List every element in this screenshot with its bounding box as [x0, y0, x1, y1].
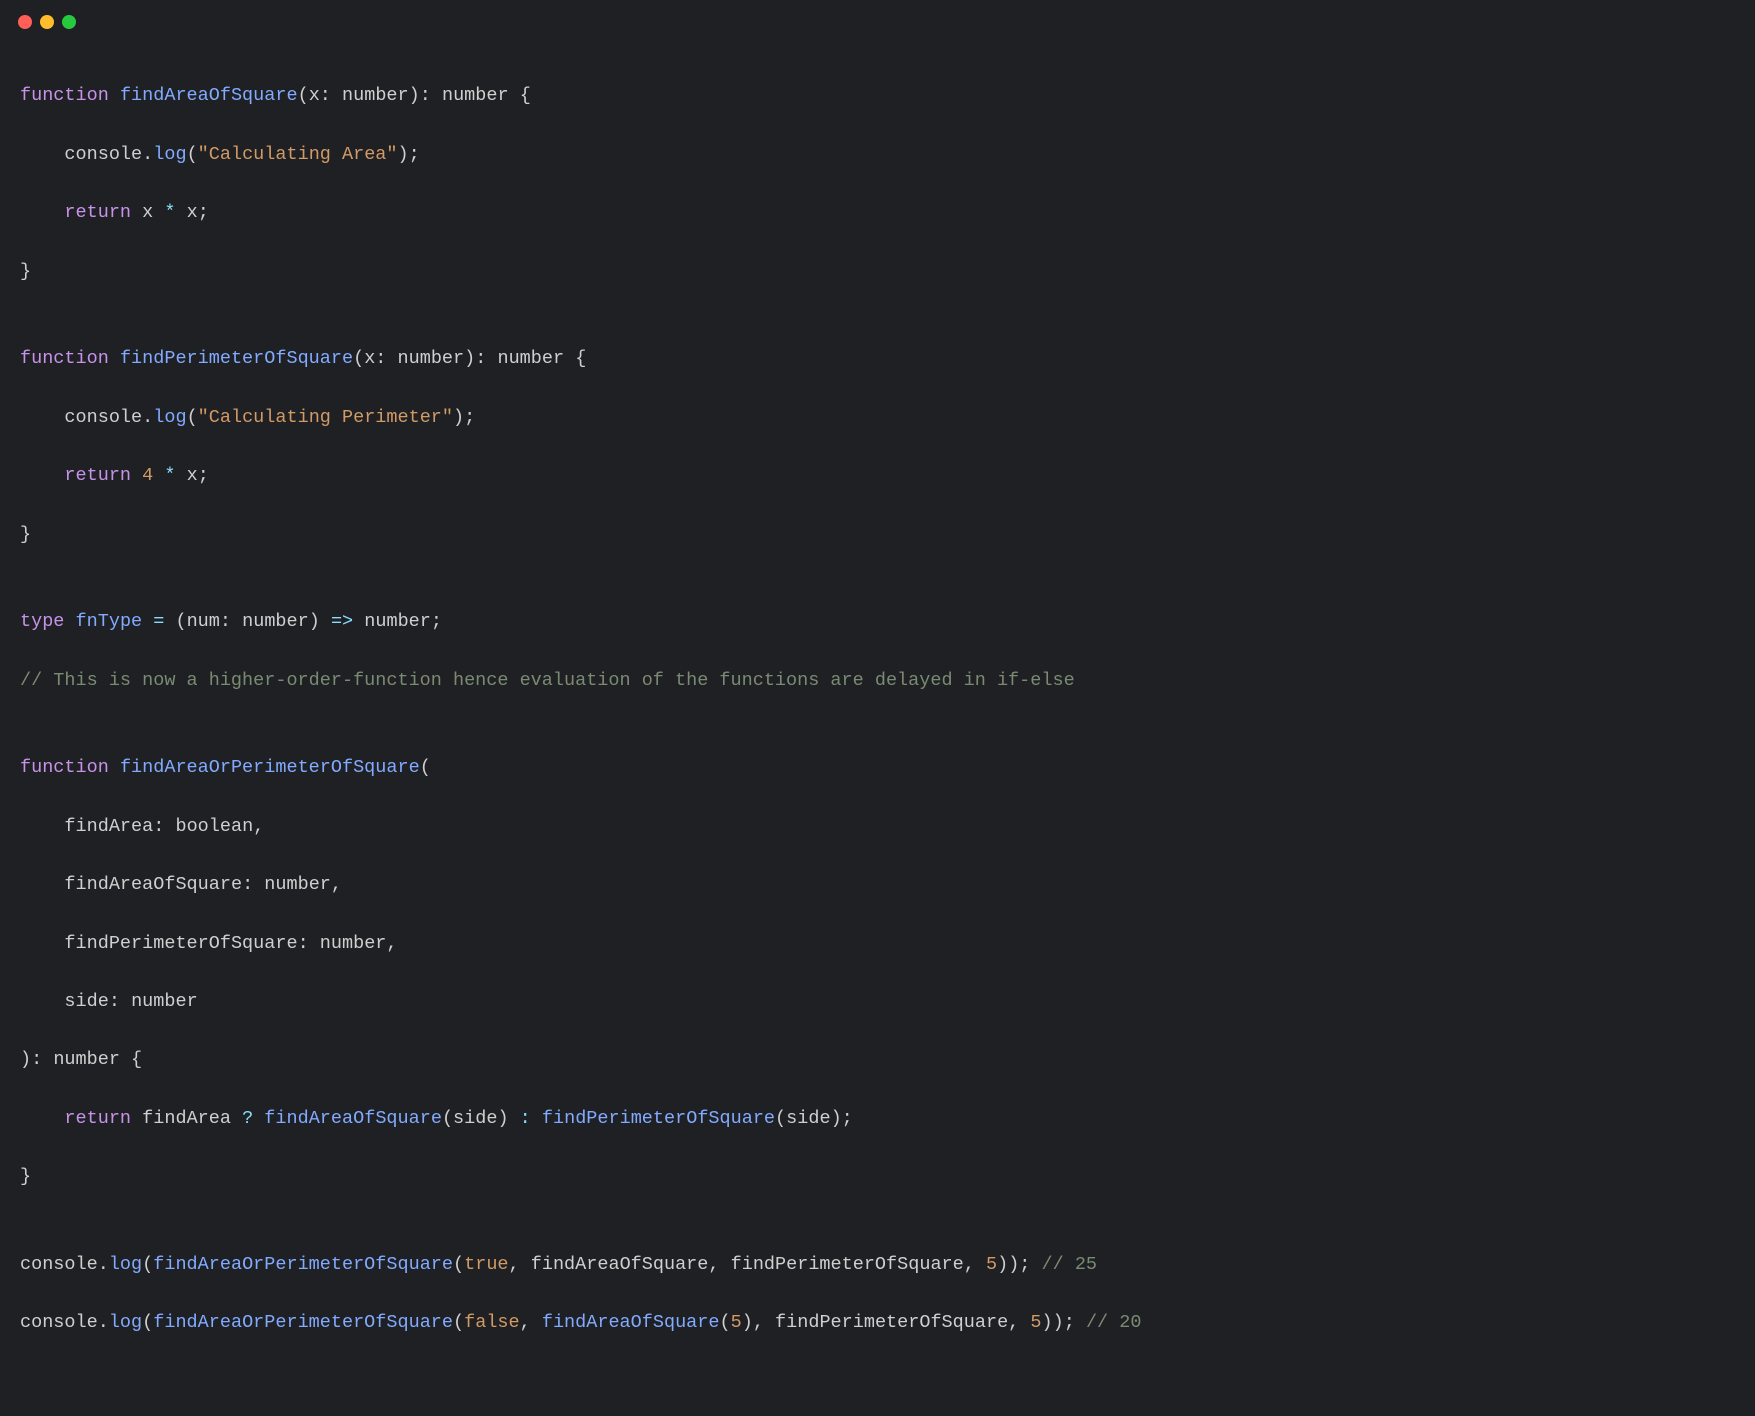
code-line: return findArea ? findAreaOfSquare(side)… [20, 1104, 1735, 1133]
maximize-icon[interactable] [62, 15, 76, 29]
code-line: // This is now a higher-order-function h… [20, 666, 1735, 695]
code-line: function findAreaOfSquare(x: number): nu… [20, 81, 1735, 110]
code-line: } [20, 1162, 1735, 1191]
code-line: } [20, 520, 1735, 549]
close-icon[interactable] [18, 15, 32, 29]
code-line: console.log("Calculating Area"); [20, 140, 1735, 169]
code-line: side: number [20, 987, 1735, 1016]
code-line: console.log("Calculating Perimeter"); [20, 403, 1735, 432]
code-line: function findAreaOrPerimeterOfSquare( [20, 753, 1735, 782]
code-line: ): number { [20, 1045, 1735, 1074]
code-line: } [20, 257, 1735, 286]
minimize-icon[interactable] [40, 15, 54, 29]
code-line: type fnType = (num: number) => number; [20, 607, 1735, 636]
code-line: function findPerimeterOfSquare(x: number… [20, 344, 1735, 373]
code-line: return 4 * x; [20, 461, 1735, 490]
code-line: console.log(findAreaOrPerimeterOfSquare(… [20, 1308, 1735, 1337]
code-line: findArea: boolean, [20, 812, 1735, 841]
code-line: return x * x; [20, 198, 1735, 227]
code-line: findPerimeterOfSquare: number, [20, 929, 1735, 958]
code-editor[interactable]: function findAreaOfSquare(x: number): nu… [0, 44, 1755, 1416]
window-titlebar [0, 0, 1755, 44]
code-line: findAreaOfSquare: number, [20, 870, 1735, 899]
editor-window: function findAreaOfSquare(x: number): nu… [0, 0, 1755, 1046]
code-line: console.log(findAreaOrPerimeterOfSquare(… [20, 1250, 1735, 1279]
